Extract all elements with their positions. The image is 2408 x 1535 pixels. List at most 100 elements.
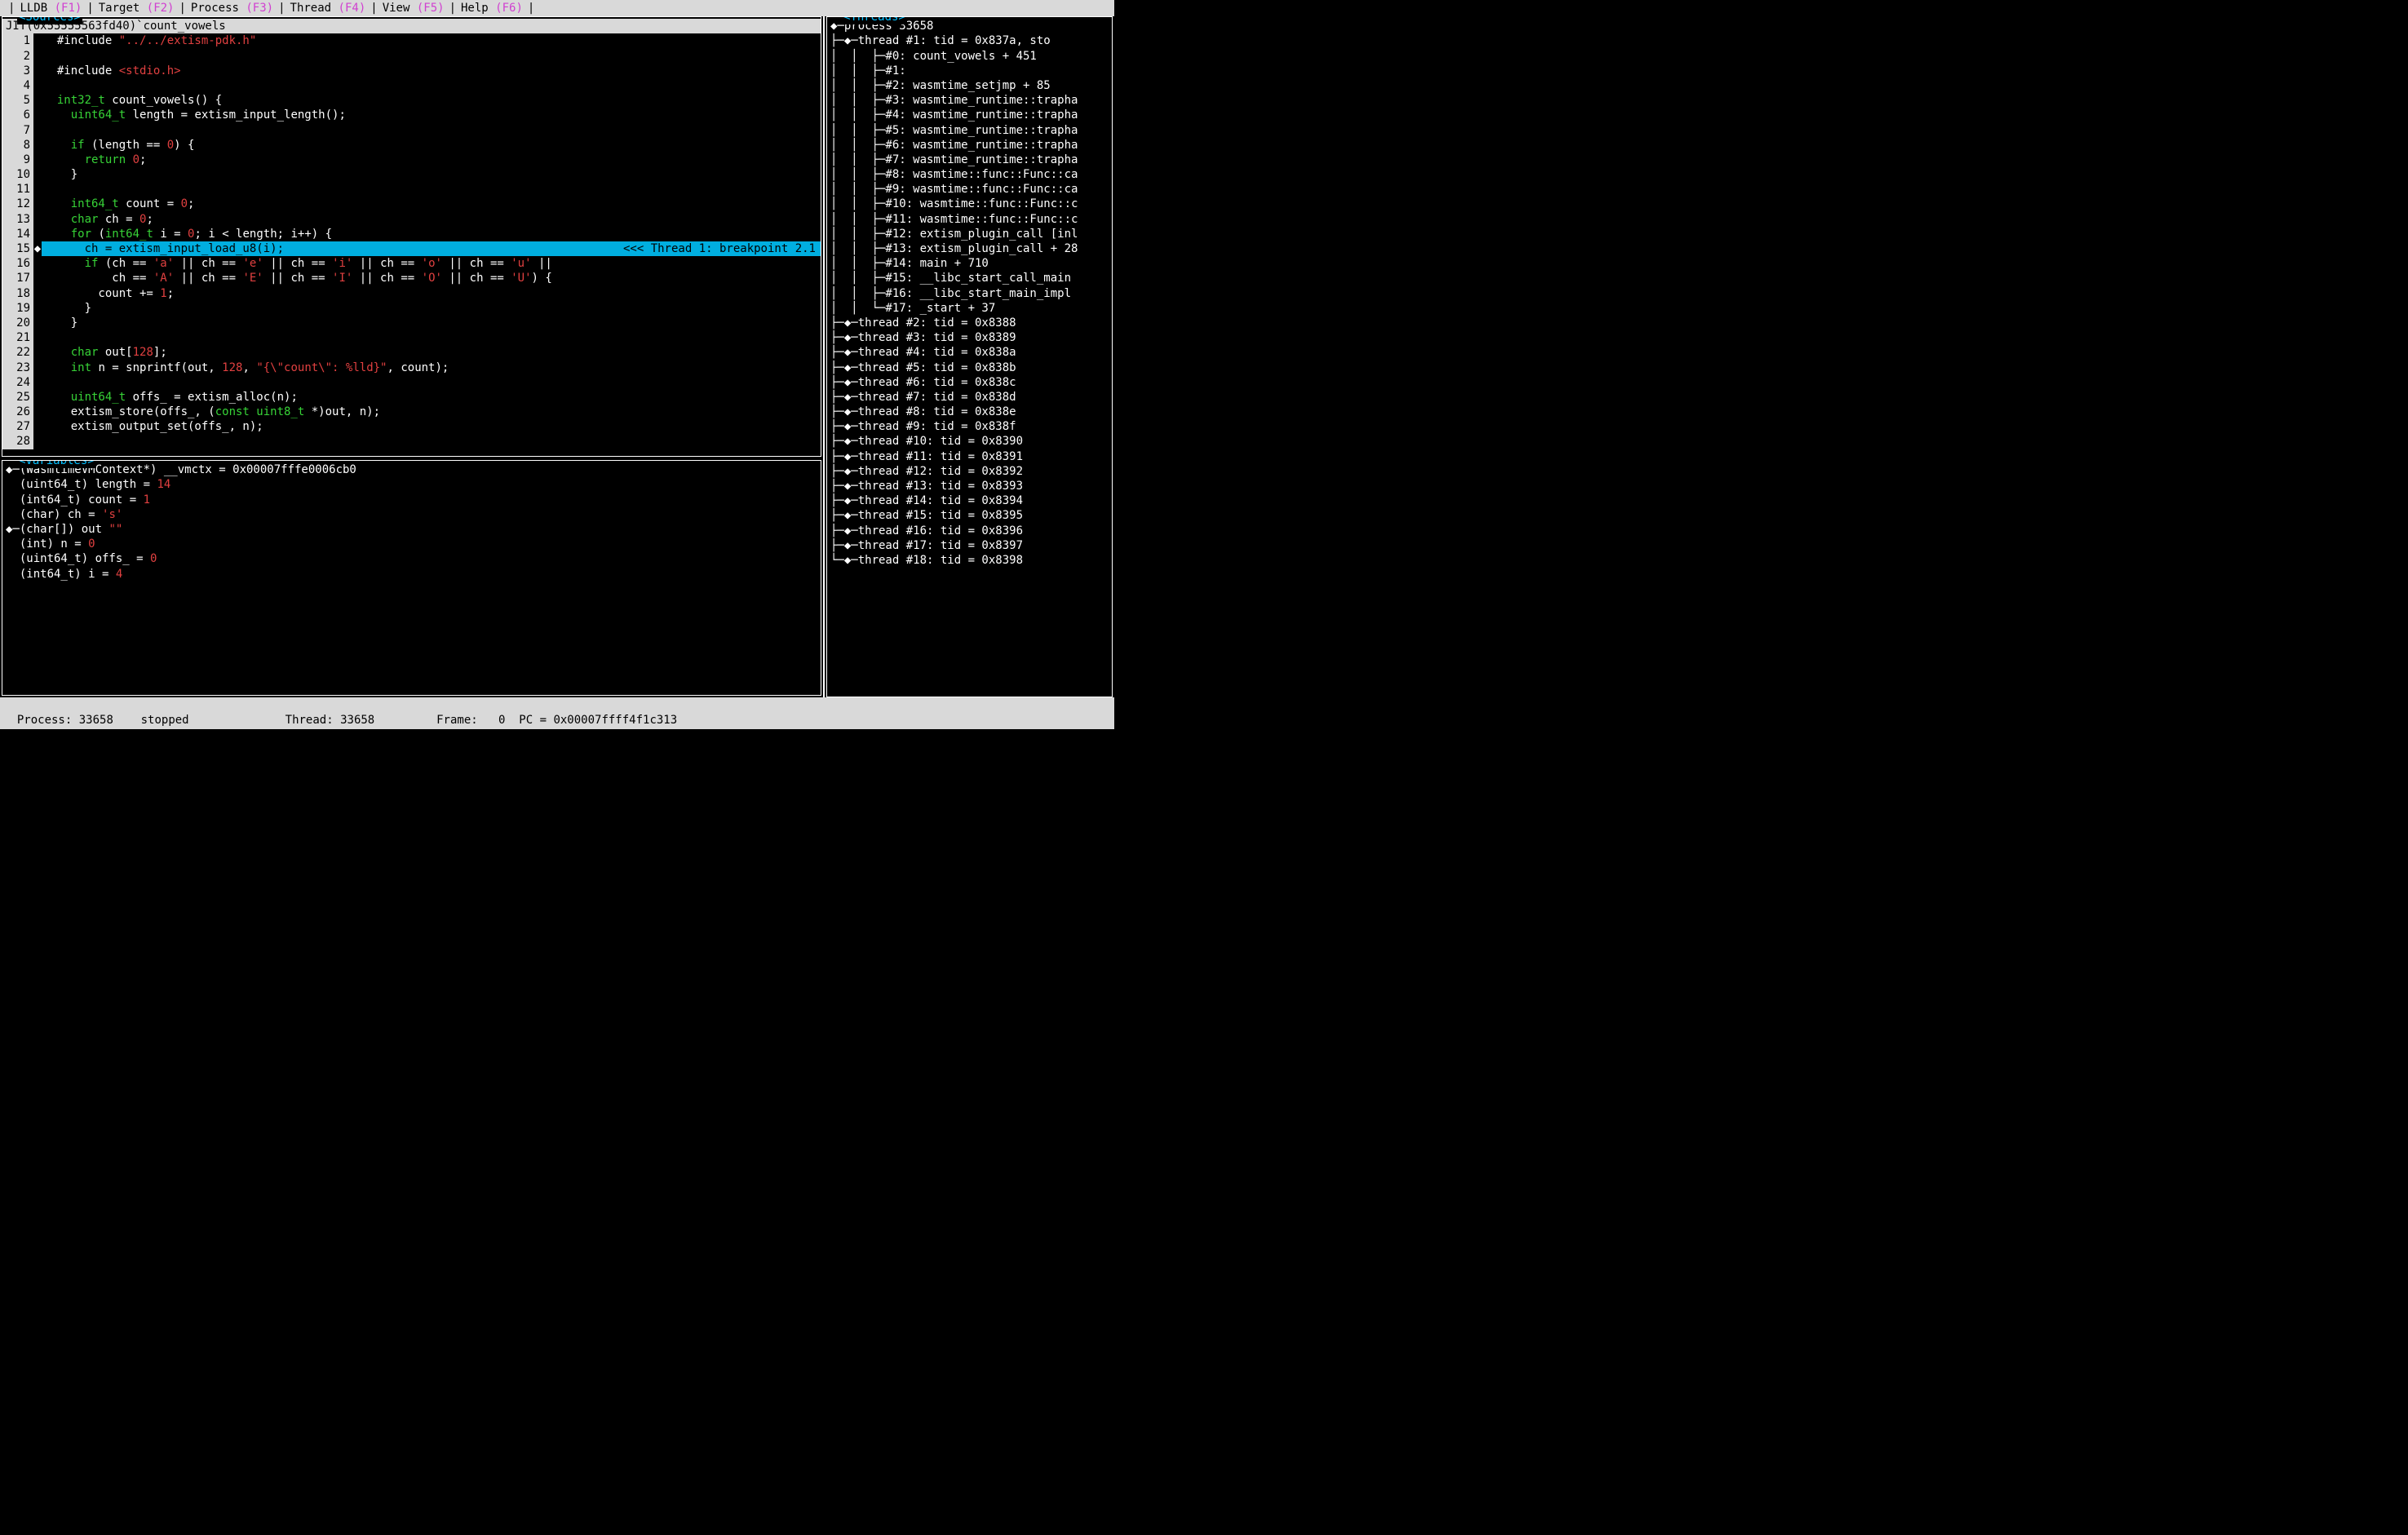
code-line[interactable]: 12 int64_t count = 0; <box>2 197 821 211</box>
menu-item-process[interactable]: Process (F3) <box>191 1 273 15</box>
variables-pane[interactable]: <Variables> ◆─(WasmtimeVMContext*) __vmc… <box>2 460 821 696</box>
code-line[interactable]: 20 } <box>2 316 821 330</box>
frame-row[interactable]: │ │ ├─#0: count_vowels + 451 <box>830 49 1109 64</box>
code-line[interactable]: 22 char out[128]; <box>2 345 821 360</box>
code-text <box>42 123 821 138</box>
frame-row[interactable]: │ │ └─#17: _start + 37 <box>830 301 1109 316</box>
code-line[interactable]: 23 int n = snprintf(out, 128, "{\"count\… <box>2 361 821 375</box>
menu-item-lldb[interactable]: LLDB (F1) <box>20 1 82 15</box>
gutter-marker <box>33 271 42 285</box>
frame-row[interactable]: │ │ ├─#12: extism_plugin_call [inl <box>830 227 1109 241</box>
thread-row[interactable]: ├─◆─thread #8: tid = 0x838e <box>830 405 1109 419</box>
code-line[interactable]: 10 } <box>2 167 821 182</box>
gutter-marker <box>33 64 42 78</box>
code-line[interactable]: 16 if (ch == 'a' || ch == 'e' || ch == '… <box>2 256 821 271</box>
thread-row[interactable]: ├─◆─thread #3: tid = 0x8389 <box>830 330 1109 345</box>
thread-row[interactable]: ├─◆─thread #14: tid = 0x8394 <box>830 493 1109 508</box>
variable-row[interactable]: (char) ch = 's' <box>6 507 817 522</box>
variable-row[interactable]: (uint64_t) offs_ = 0 <box>6 551 817 566</box>
code-line[interactable]: 21 <box>2 330 821 345</box>
code-line[interactable]: 5 int32_t count_vowels() { <box>2 93 821 108</box>
code-line[interactable]: 25 uint64_t offs_ = extism_alloc(n); <box>2 390 821 405</box>
line-number: 24 <box>2 375 33 390</box>
frame-row[interactable]: │ │ ├─#5: wasmtime_runtime::trapha <box>830 123 1109 138</box>
frame-row[interactable]: │ │ ├─#10: wasmtime::func::Func::c <box>830 197 1109 211</box>
code-line[interactable]: 28 <box>2 434 821 449</box>
frame-row[interactable]: │ │ ├─#6: wasmtime_runtime::trapha <box>830 138 1109 153</box>
frame-row[interactable]: │ │ ├─#3: wasmtime_runtime::trapha <box>830 93 1109 108</box>
line-number: 27 <box>2 419 33 434</box>
frame-row[interactable]: │ │ ├─#2: wasmtime_setjmp + 85 <box>830 78 1109 93</box>
variable-row[interactable]: (int) n = 0 <box>6 537 817 551</box>
frame-row[interactable]: │ │ ├─#1: <box>830 64 1109 78</box>
code-line[interactable]: 8 if (length == 0) { <box>2 138 821 153</box>
menu-item-thread[interactable]: Thread (F4) <box>290 1 366 15</box>
gutter-marker <box>33 405 42 419</box>
frame-row[interactable]: │ │ ├─#11: wasmtime::func::Func::c <box>830 212 1109 227</box>
variable-row[interactable]: (uint64_t) length = 14 <box>6 477 817 492</box>
threads-pane[interactable]: <Threads> ◆─process 33658├─◆─thread #1: … <box>826 16 1113 697</box>
code-line[interactable]: 4 <box>2 78 821 93</box>
code-line[interactable]: 14 for (int64_t i = 0; i < length; i++) … <box>2 227 821 241</box>
frame-row[interactable]: │ │ ├─#9: wasmtime::func::Func::ca <box>830 182 1109 197</box>
variable-row[interactable]: ◆─(WasmtimeVMContext*) __vmctx = 0x00007… <box>6 462 817 477</box>
code-area[interactable]: 1 #include "../../extism-pdk.h"2 3 #incl… <box>2 33 821 449</box>
thread-row[interactable]: ├─◆─thread #16: tid = 0x8396 <box>830 524 1109 538</box>
gutter-marker <box>33 49 42 64</box>
variable-row[interactable]: ◆─(char[]) out "" <box>6 522 817 537</box>
code-line[interactable]: 27 extism_output_set(offs_, n); <box>2 419 821 434</box>
code-text: extism_store(offs_, (const uint8_t *)out… <box>42 405 821 419</box>
menubar[interactable]: | LLDB (F1) | Target (F2) | Process (F3)… <box>0 0 1114 16</box>
thread-row[interactable]: ├─◆─thread #7: tid = 0x838d <box>830 390 1109 405</box>
code-line[interactable]: 18 count += 1; <box>2 286 821 301</box>
code-line[interactable]: 1 #include "../../extism-pdk.h" <box>2 33 821 48</box>
thread-row[interactable]: ├─◆─thread #15: tid = 0x8395 <box>830 508 1109 523</box>
code-line[interactable]: 3 #include <stdio.h> <box>2 64 821 78</box>
thread-row[interactable]: ├─◆─thread #2: tid = 0x8388 <box>830 316 1109 330</box>
code-line[interactable]: 26 extism_store(offs_, (const uint8_t *)… <box>2 405 821 419</box>
frame-row[interactable]: │ │ ├─#14: main + 710 <box>830 256 1109 271</box>
status-frame-num: 0 <box>498 714 505 727</box>
status-process-label: Process: <box>17 714 72 727</box>
code-line[interactable]: 19 } <box>2 301 821 316</box>
gutter-marker <box>33 419 42 434</box>
sources-pane[interactable]: <Sources> JIT(0x55555563fd40)`count_vowe… <box>2 16 821 457</box>
code-line[interactable]: 13 char ch = 0; <box>2 212 821 227</box>
code-line[interactable]: 2 <box>2 49 821 64</box>
thread-row[interactable]: ├─◆─thread #9: tid = 0x838f <box>830 419 1109 434</box>
menu-item-help[interactable]: Help (F6) <box>461 1 523 15</box>
thread-row[interactable]: └─◆─thread #18: tid = 0x8398 <box>830 553 1109 568</box>
thread-row[interactable]: ├─◆─thread #1: tid = 0x837a, sto <box>830 33 1109 48</box>
code-line[interactable]: 11 <box>2 182 821 197</box>
thread-row[interactable]: ├─◆─thread #13: tid = 0x8393 <box>830 479 1109 493</box>
frame-row[interactable]: │ │ ├─#15: __libc_start_call_main <box>830 271 1109 285</box>
frame-row[interactable]: │ │ ├─#8: wasmtime::func::Func::ca <box>830 167 1109 182</box>
code-line[interactable]: 6 uint64_t length = extism_input_length(… <box>2 108 821 122</box>
thread-row[interactable]: ├─◆─thread #5: tid = 0x838b <box>830 361 1109 375</box>
code-text: char out[128]; <box>42 345 821 360</box>
frame-row[interactable]: │ │ ├─#7: wasmtime_runtime::trapha <box>830 153 1109 167</box>
variable-row[interactable]: (int64_t) count = 1 <box>6 493 817 507</box>
thread-row[interactable]: ├─◆─thread #6: tid = 0x838c <box>830 375 1109 390</box>
frame-row[interactable]: │ │ ├─#16: __libc_start_main_impl <box>830 286 1109 301</box>
thread-row[interactable]: ├─◆─thread #17: tid = 0x8397 <box>830 538 1109 553</box>
menu-item-view[interactable]: View (F5) <box>383 1 445 15</box>
frame-row[interactable]: │ │ ├─#4: wasmtime_runtime::trapha <box>830 108 1109 122</box>
code-line[interactable]: 7 <box>2 123 821 138</box>
gutter-marker <box>33 301 42 316</box>
thread-row[interactable]: ├─◆─thread #11: tid = 0x8391 <box>830 449 1109 464</box>
code-text: count += 1; <box>42 286 821 301</box>
code-line[interactable]: 17 ch == 'A' || ch == 'E' || ch == 'I' |… <box>2 271 821 285</box>
code-text <box>42 330 821 345</box>
thread-row[interactable]: ├─◆─thread #10: tid = 0x8390 <box>830 434 1109 449</box>
code-line[interactable]: 24 <box>2 375 821 390</box>
variable-row[interactable]: (int64_t) i = 4 <box>6 567 817 582</box>
menu-item-target[interactable]: Target (F2) <box>99 1 175 15</box>
frame-row[interactable]: │ │ ├─#13: extism_plugin_call + 28 <box>830 241 1109 256</box>
thread-row[interactable]: ├─◆─thread #12: tid = 0x8392 <box>830 464 1109 479</box>
thread-row[interactable]: ├─◆─thread #4: tid = 0x838a <box>830 345 1109 360</box>
code-text: extism_output_set(offs_, n); <box>42 419 821 434</box>
code-line[interactable]: 15◆ ch = extism_input_load_u8(i);<<< Thr… <box>2 241 821 256</box>
line-number: 13 <box>2 212 33 227</box>
code-line[interactable]: 9 return 0; <box>2 153 821 167</box>
